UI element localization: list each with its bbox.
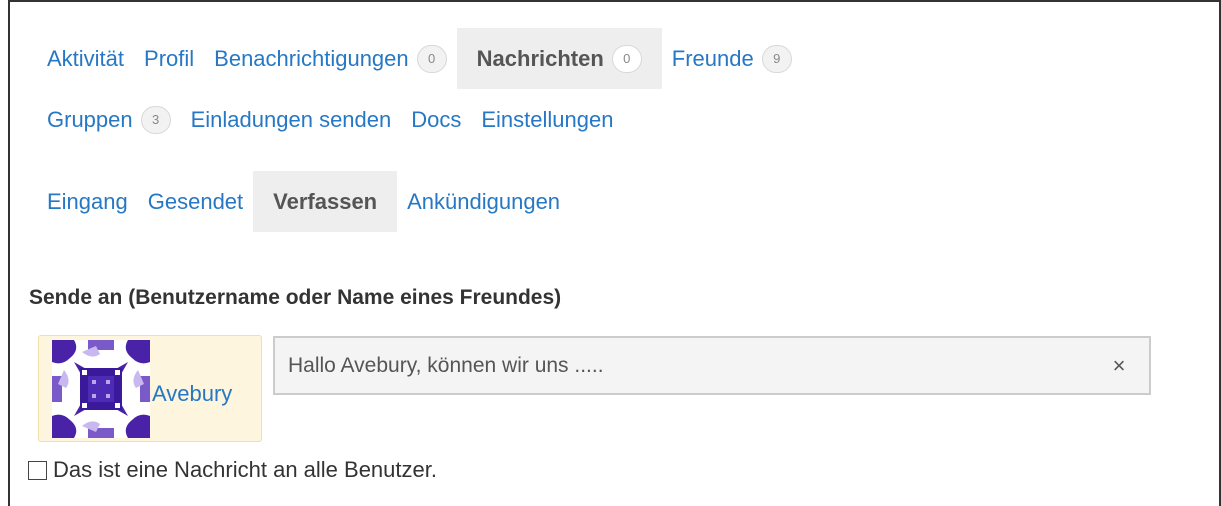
primary-nav: Aktivität Profil Benachrichtigungen 0 Na… [37,28,802,89]
subnav-item-label: Ankündigungen [407,188,561,214]
identicon-avatar-icon [52,339,150,438]
recipient-name[interactable]: Avebury [152,381,232,407]
nav-item-send-invites[interactable]: Einladungen senden [181,89,402,150]
nav-item-groups[interactable]: Gruppen 3 [37,89,181,150]
nav-item-docs[interactable]: Docs [401,89,471,150]
nav-item-notifications[interactable]: Benachrichtigungen 0 [204,28,456,89]
nav-item-friends[interactable]: Freunde 9 [662,28,802,89]
notice-checkbox[interactable] [28,460,47,480]
subnav-item-label: Eingang [47,188,128,214]
nav-item-label: Benachrichtigungen [214,45,409,71]
recipient-search-input-value[interactable]: Hallo Avebury, können wir uns ..... [288,354,1099,378]
nav-item-label: Docs [411,106,462,132]
friends-count-badge: 9 [761,44,792,73]
messages-subnav: Eingang Gesendet Verfassen Ankündigungen [37,171,570,232]
notice-option[interactable]: Das ist eine Nachricht an alle Benutzer. [28,455,437,485]
nav-item-activity[interactable]: Aktivität [37,28,134,89]
recipient-search-input[interactable]: Hallo Avebury, können wir uns ..... × [273,336,1151,395]
nav-item-label: Aktivität [47,45,125,71]
clear-input-button[interactable]: × [1099,346,1139,386]
nav-item-label: Nachrichten [476,45,604,71]
subnav-item-inbox[interactable]: Eingang [37,171,138,232]
nav-item-settings[interactable]: Einstellungen [471,89,623,150]
nav-item-label: Einladungen senden [190,106,392,132]
subnav-item-label: Verfassen [273,188,378,214]
primary-nav-continued: Gruppen 3 Einladungen senden Docs Einste… [37,89,623,150]
messages-count-badge: 0 [611,44,642,73]
nav-item-label: Freunde [671,45,754,71]
recipient-chip[interactable]: Avebury [38,335,262,442]
subnav-item-announcements[interactable]: Ankündigungen [397,171,570,232]
nav-item-profile[interactable]: Profil [134,28,204,89]
notifications-count-badge: 0 [416,44,447,73]
send-to-label: Sende an (Benutzername oder Name eines F… [29,286,562,309]
subnav-item-sent[interactable]: Gesendet [138,171,253,232]
nav-item-label: Einstellungen [481,106,614,132]
subnav-item-label: Gesendet [147,188,244,214]
nav-item-label: Profil [144,45,195,71]
subnav-item-compose[interactable]: Verfassen [253,171,398,232]
nav-item-messages[interactable]: Nachrichten 0 [456,28,662,89]
nav-item-label: Gruppen [47,106,133,132]
notice-checkbox-label[interactable]: Das ist eine Nachricht an alle Benutzer. [53,457,437,483]
groups-count-badge: 3 [140,105,171,134]
